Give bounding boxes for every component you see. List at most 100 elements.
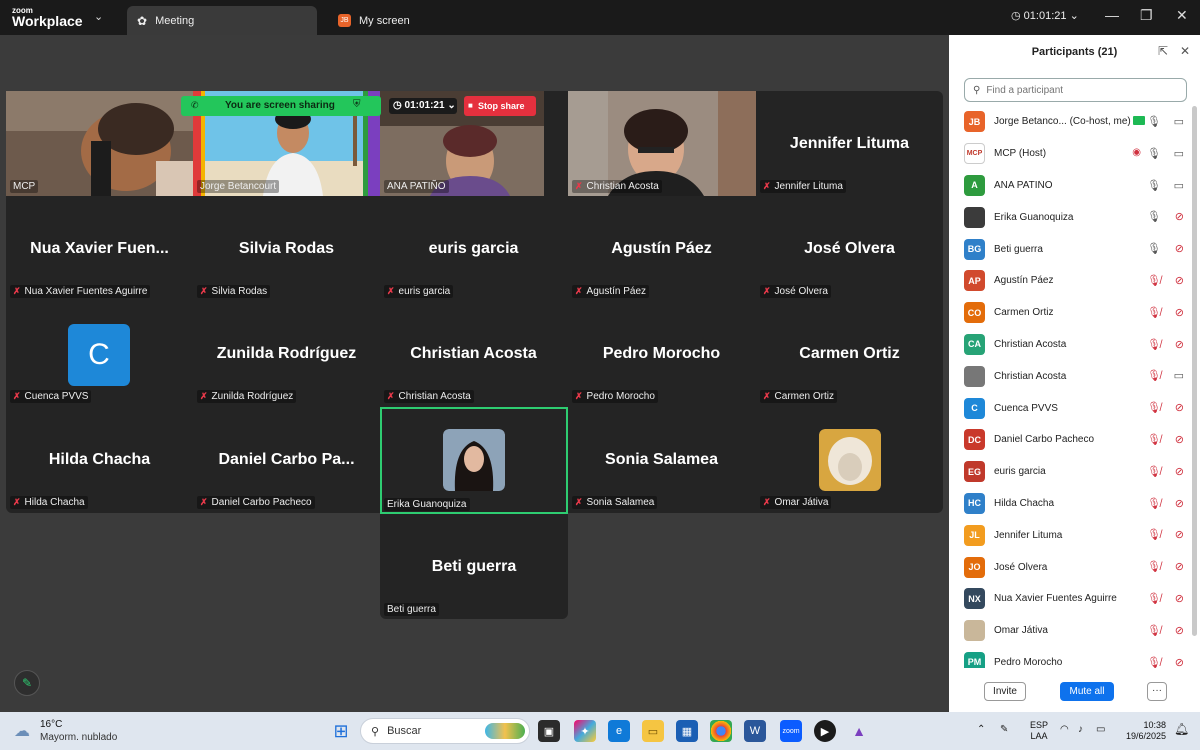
camera-off-icon[interactable]: ⊘ — [1175, 401, 1184, 414]
app-icon[interactable]: ▲ — [848, 720, 870, 742]
camera-off-icon[interactable]: ⊘ — [1175, 465, 1184, 478]
notification-bell-icon[interactable]: 🔔︎ — [1174, 722, 1189, 736]
word-icon[interactable]: W — [744, 720, 766, 742]
share-timer[interactable]: ◷ 01:01:21 ⌄ — [389, 98, 457, 114]
scrollbar[interactable] — [1192, 106, 1197, 636]
participant-row[interactable]: CA Christian Acosta 🎙︎̸ ⊘ — [964, 329, 1189, 361]
chevron-up-icon[interactable]: ⌃ — [977, 724, 985, 735]
mic-muted-icon[interactable]: 🎙︎̸ — [1147, 338, 1161, 351]
participant-row[interactable]: CO Carmen Ortiz 🎙︎̸ ⊘ — [964, 297, 1189, 329]
camera-icon[interactable]: ▭ — [1174, 147, 1184, 160]
tray-pen-icon[interactable]: ✎ — [1000, 724, 1008, 735]
participant-row[interactable]: C Cuenca PVVS 🎙︎̸ ⊘ — [964, 392, 1189, 424]
popout-icon[interactable]: ⇱ — [1158, 44, 1168, 58]
mic-muted-icon[interactable]: 🎙︎̸ — [1147, 306, 1161, 319]
media-player-icon[interactable]: ▶ — [814, 720, 836, 742]
participant-row[interactable]: AP Agustín Páez 🎙︎̸ ⊘ — [964, 265, 1189, 297]
video-tile-beti[interactable]: Beti guerra Beti guerra — [380, 514, 568, 619]
participant-row[interactable]: JB Jorge Betanco... (Co-host, me) 🎙︎ ▭ — [964, 106, 1189, 138]
store-icon[interactable]: ▦ — [676, 720, 698, 742]
close-icon[interactable]: ✕ — [1176, 7, 1188, 24]
participant-row[interactable]: JL Jennifer Lituma 🎙︎̸ ⊘ — [964, 519, 1189, 551]
mic-muted-icon[interactable]: 🎙︎̸ — [1147, 274, 1161, 287]
mic-muted-icon[interactable]: 🎙︎̸ — [1147, 465, 1161, 478]
participant-row[interactable]: Erika Guanoquiza 🎙︎ ⊘ — [964, 201, 1189, 233]
zoom-logo[interactable]: zoom Workplace — [12, 5, 83, 28]
camera-off-icon[interactable]: ⊘ — [1175, 274, 1184, 287]
more-options-button[interactable]: ··· — [1147, 682, 1167, 701]
camera-off-icon[interactable]: ⊘ — [1175, 560, 1184, 573]
video-tile-carmen[interactable]: Carmen Ortiz ✗ Carmen Ortiz — [756, 301, 943, 406]
camera-off-icon[interactable]: ⊘ — [1175, 210, 1184, 223]
mic-icon[interactable]: 🎙︎ — [1147, 242, 1161, 255]
participant-row[interactable]: EG euris garcia 🎙︎̸ ⊘ — [964, 456, 1189, 488]
mic-icon[interactable]: 🎙︎ — [1147, 147, 1161, 160]
annotate-pen-icon[interactable]: ✎ — [14, 670, 40, 696]
windows-start-icon[interactable]: ⊞ — [330, 720, 352, 742]
minimize-icon[interactable]: — — [1105, 7, 1119, 23]
video-tile-zunilda[interactable]: Zunilda Rodríguez ✗ Zunilda Rodríguez — [193, 301, 380, 406]
video-tile-mcp[interactable]: MCP — [6, 91, 193, 196]
edge-icon[interactable]: e — [608, 720, 630, 742]
mic-muted-icon[interactable]: 🎙︎̸ — [1147, 433, 1161, 446]
meeting-timer[interactable]: ◷ 01:01:21 ⌄ — [1011, 9, 1079, 22]
camera-off-icon[interactable]: ⊘ — [1175, 528, 1184, 541]
participant-row[interactable]: DC Daniel Carbo Pacheco 🎙︎̸ ⊘ — [964, 424, 1189, 456]
taskbar-search[interactable]: ⚲ Buscar — [360, 718, 530, 744]
mic-muted-icon[interactable]: 🎙︎̸ — [1147, 592, 1161, 605]
participant-row[interactable]: HC Hilda Chacha 🎙︎̸ ⊘ — [964, 488, 1189, 520]
file-explorer-icon[interactable]: ▭ — [642, 720, 664, 742]
weather-icon[interactable]: ☁ — [14, 721, 30, 741]
video-tile-euris[interactable]: euris garcia ✗ euris garcia — [380, 196, 567, 301]
copilot-icon[interactable]: ✦ — [574, 720, 596, 742]
participant-search-input[interactable] — [986, 84, 1167, 96]
camera-off-icon[interactable]: ⊘ — [1175, 338, 1184, 351]
video-tile-omar[interactable]: ✗ Omar Játiva — [756, 407, 943, 512]
clock[interactable]: 10:38 19/6/2025 — [1122, 720, 1166, 742]
video-tile-erika[interactable]: Erika Guanoquiza — [380, 407, 568, 514]
camera-off-icon[interactable]: ⊘ — [1175, 242, 1184, 255]
video-tile-christian[interactable]: Christian Acosta ✗ Christian Acosta — [380, 301, 567, 406]
video-tile-christian-acosta[interactable]: ✗ Christian Acosta — [568, 91, 756, 196]
video-tile-pedro[interactable]: Pedro Morocho ✗ Pedro Morocho — [568, 301, 755, 406]
camera-off-icon[interactable]: ⊘ — [1175, 656, 1184, 668]
invite-button[interactable]: Invite — [984, 682, 1026, 701]
mic-muted-icon[interactable]: 🎙︎̸ — [1147, 401, 1161, 414]
mic-muted-icon[interactable]: 🎙︎̸ — [1147, 497, 1161, 510]
participant-row[interactable]: MCP MCP (Host) ◉ 🎙︎ ▭ — [964, 138, 1189, 170]
mute-all-button[interactable]: Mute all — [1060, 682, 1114, 701]
chrome-icon[interactable] — [710, 720, 732, 742]
stop-share-button[interactable]: ■ Stop share — [464, 96, 536, 116]
video-tile-silvia[interactable]: Silvia Rodas ✗ Silvia Rodas — [193, 196, 380, 301]
video-tile-nua[interactable]: Nua Xavier Fuen... ✗ Nua Xavier Fuentes A… — [6, 196, 193, 301]
wifi-icon[interactable]: ◠ — [1060, 724, 1069, 735]
video-tile-cuenca[interactable]: C ✗ Cuenca PVVS — [6, 301, 193, 406]
mic-muted-icon[interactable]: 🎙︎̸ — [1147, 528, 1161, 541]
participant-row[interactable]: Omar Játiva 🎙︎̸ ⊘ — [964, 615, 1189, 647]
camera-off-icon[interactable]: ⊘ — [1175, 624, 1184, 637]
camera-off-icon[interactable]: ⊘ — [1175, 306, 1184, 319]
participant-row[interactable]: A ANA PATIÑO 🎙︎ ▭ — [964, 170, 1189, 202]
mic-muted-icon[interactable]: 🎙︎̸ — [1147, 560, 1161, 573]
search-field[interactable]: ⚲ — [964, 78, 1187, 102]
participant-row[interactable]: PM Pedro Morocho 🎙︎̸ ⊘ — [964, 647, 1189, 668]
chevron-down-icon[interactable]: ⌄ — [94, 10, 103, 23]
language-indicator[interactable]: ESP LAA — [1030, 720, 1048, 742]
mic-muted-icon[interactable]: 🎙︎̸ — [1147, 656, 1161, 668]
camera-off-icon[interactable]: ⊘ — [1175, 433, 1184, 446]
camera-icon[interactable]: ▭ — [1174, 115, 1184, 128]
camera-icon[interactable]: ▭ — [1174, 369, 1184, 382]
restore-icon[interactable]: ❐ — [1140, 7, 1153, 24]
camera-icon[interactable]: ▭ — [1174, 179, 1184, 192]
video-tile-agustin[interactable]: Agustín Páez ✗ Agustín Páez — [568, 196, 755, 301]
participant-row[interactable]: NX Nua Xavier Fuentes Aguirre 🎙︎̸ ⊘ — [964, 583, 1189, 615]
video-tile-jennifer[interactable]: Jennifer Lituma ✗ Jennifer Lituma — [756, 91, 943, 196]
battery-icon[interactable]: ▭ — [1096, 724, 1105, 735]
mic-icon[interactable]: 🎙︎ — [1147, 115, 1161, 128]
tab-meeting[interactable]: ✿ Meeting — [127, 6, 317, 35]
close-icon[interactable]: ✕ — [1180, 44, 1190, 58]
mic-muted-icon[interactable]: 🎙︎̸ — [1147, 624, 1161, 637]
task-view-icon[interactable]: ▣ — [538, 720, 560, 742]
tab-my-screen[interactable]: JB My screen — [330, 6, 490, 35]
video-tile-jose[interactable]: José Olvera ✗ José Olvera — [756, 196, 943, 301]
